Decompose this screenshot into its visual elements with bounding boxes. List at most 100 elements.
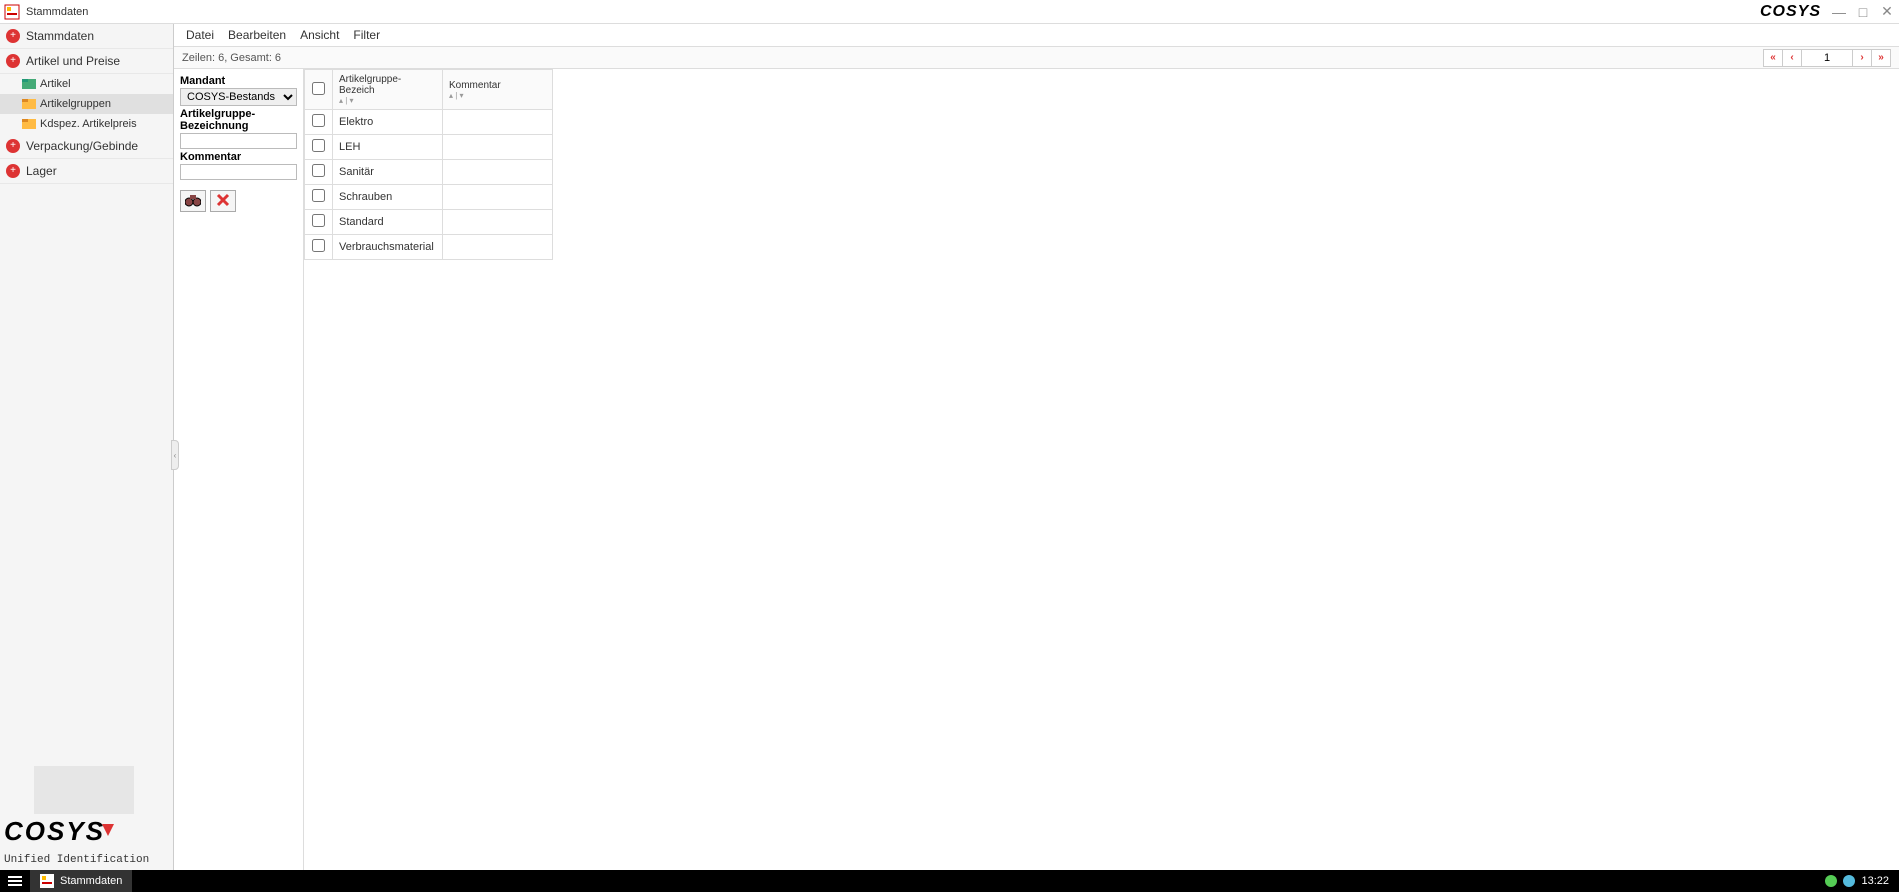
- sidebar-item-artikel-preise[interactable]: + Artikel und Preise: [0, 49, 173, 74]
- footer-logo: COSYS: [4, 816, 173, 854]
- tray-icon-2[interactable]: [1843, 875, 1855, 887]
- minimize-button[interactable]: —: [1831, 4, 1847, 20]
- row-checkbox[interactable]: [312, 164, 325, 177]
- row-checkbox[interactable]: [312, 114, 325, 127]
- sidebar-sub-artikel[interactable]: Artikel: [0, 74, 173, 94]
- folder-icon: [22, 79, 36, 89]
- kommentar-label: Kommentar: [180, 151, 297, 163]
- cell-artikelgruppe: Standard: [333, 210, 443, 235]
- sidebar-footer: COSYS Unified Identification: [0, 760, 173, 870]
- row-checkbox[interactable]: [312, 239, 325, 252]
- x-icon: [216, 193, 230, 210]
- window-controls: — □ ✕: [1831, 3, 1895, 20]
- folder-icon: [22, 119, 36, 129]
- expand-icon: +: [6, 164, 20, 178]
- select-all-checkbox[interactable]: [312, 82, 325, 95]
- table-row[interactable]: Schrauben: [305, 185, 553, 210]
- sidebar-sub-label: Artikel: [40, 78, 71, 90]
- logo-text: COSYS: [1760, 3, 1821, 21]
- title-bar: Stammdaten COSYS — □ ✕: [0, 0, 1899, 24]
- sort-icons[interactable]: ▴ | ▾: [339, 96, 436, 105]
- filter-panel: Mandant COSYS-Bestands Artikelgruppe-Bez…: [174, 69, 304, 870]
- system-tray: 13:22: [1825, 875, 1899, 887]
- folder-icon: [22, 99, 36, 109]
- expand-icon: +: [6, 54, 20, 68]
- cell-kommentar: [443, 110, 553, 135]
- row-count-text: Zeilen: 6, Gesamt: 6: [182, 52, 281, 64]
- sidebar-item-label: Verpackung/Gebinde: [26, 139, 138, 153]
- cell-artikelgruppe: Verbrauchsmaterial: [333, 235, 443, 260]
- sidebar-item-stammdaten[interactable]: + Stammdaten: [0, 24, 173, 49]
- header-checkbox-col: [305, 70, 333, 110]
- sidebar-collapse-handle[interactable]: ‹: [171, 440, 179, 470]
- row-checkbox[interactable]: [312, 189, 325, 202]
- table-row[interactable]: Sanitär: [305, 160, 553, 185]
- search-button[interactable]: [180, 190, 206, 212]
- menu-ansicht[interactable]: Ansicht: [300, 28, 339, 42]
- taskbar: Stammdaten 13:22: [0, 870, 1899, 892]
- app-icon: [4, 4, 20, 20]
- pager-last-button[interactable]: »: [1871, 49, 1891, 67]
- artikelgruppen-table: Artikelgruppe-Bezeich ▴ | ▾ Kommentar ▴ …: [304, 69, 553, 260]
- pager-page-input[interactable]: [1801, 49, 1853, 67]
- close-button[interactable]: ✕: [1879, 3, 1895, 20]
- start-menu-button[interactable]: [0, 870, 30, 892]
- sidebar-sub-kdspez[interactable]: Kdspez. Artikelpreis: [0, 114, 173, 134]
- app-icon: [40, 874, 54, 888]
- tray-icon-1[interactable]: [1825, 875, 1837, 887]
- artikelgruppe-label: Artikelgruppe-Bezeichnung: [180, 108, 297, 132]
- sidebar-sub-artikelgruppen[interactable]: Artikelgruppen: [0, 94, 173, 114]
- kommentar-input[interactable]: [180, 164, 297, 180]
- table-row[interactable]: Standard: [305, 210, 553, 235]
- footer-gray-box: [34, 766, 134, 814]
- task-label: Stammdaten: [60, 875, 122, 887]
- cell-kommentar: [443, 135, 553, 160]
- expand-icon: +: [6, 29, 20, 43]
- expand-icon: +: [6, 139, 20, 153]
- header-kommentar[interactable]: Kommentar ▴ | ▾: [443, 70, 553, 110]
- menu-bearbeiten[interactable]: Bearbeiten: [228, 28, 286, 42]
- menu-filter[interactable]: Filter: [353, 28, 380, 42]
- mandant-label: Mandant: [180, 75, 297, 87]
- cell-kommentar: [443, 160, 553, 185]
- sidebar-item-label: Lager: [26, 164, 57, 178]
- cell-artikelgruppe: Schrauben: [333, 185, 443, 210]
- table-area: Artikelgruppe-Bezeich ▴ | ▾ Kommentar ▴ …: [304, 69, 1899, 870]
- status-bar: Zeilen: 6, Gesamt: 6 « ‹ › »: [174, 47, 1899, 69]
- sidebar-sub-label: Kdspez. Artikelpreis: [40, 118, 137, 130]
- cell-kommentar: [443, 235, 553, 260]
- sort-icons[interactable]: ▴ | ▾: [449, 91, 546, 100]
- cell-artikelgruppe: Elektro: [333, 110, 443, 135]
- sidebar-item-lager[interactable]: + Lager: [0, 159, 173, 184]
- maximize-button[interactable]: □: [1855, 4, 1871, 20]
- row-checkbox[interactable]: [312, 139, 325, 152]
- sidebar-item-label: Artikel und Preise: [26, 54, 120, 68]
- footer-tagline: Unified Identification: [4, 854, 173, 866]
- window-title: Stammdaten: [26, 6, 88, 18]
- table-row[interactable]: Elektro: [305, 110, 553, 135]
- pager-first-button[interactable]: «: [1763, 49, 1783, 67]
- table-row[interactable]: Verbrauchsmaterial: [305, 235, 553, 260]
- cell-artikelgruppe: Sanitär: [333, 160, 443, 185]
- menu-datei[interactable]: Datei: [186, 28, 214, 42]
- header-artikelgruppe[interactable]: Artikelgruppe-Bezeich ▴ | ▾: [333, 70, 443, 110]
- taskbar-app-stammdaten[interactable]: Stammdaten: [30, 870, 132, 892]
- artikelgruppe-input[interactable]: [180, 133, 297, 149]
- sidebar-item-label: Stammdaten: [26, 29, 94, 43]
- cell-kommentar: [443, 185, 553, 210]
- table-row[interactable]: LEH: [305, 135, 553, 160]
- binoculars-icon: [185, 193, 201, 210]
- cell-artikelgruppe: LEH: [333, 135, 443, 160]
- sidebar-item-verpackung[interactable]: + Verpackung/Gebinde: [0, 134, 173, 159]
- sidebar: + Stammdaten + Artikel und Preise Artike…: [0, 24, 174, 870]
- pager-next-button[interactable]: ›: [1852, 49, 1872, 67]
- svg-text:COSYS: COSYS: [4, 816, 105, 846]
- row-checkbox[interactable]: [312, 214, 325, 227]
- header-label: Artikelgruppe-Bezeich: [339, 74, 436, 96]
- pager-prev-button[interactable]: ‹: [1782, 49, 1802, 67]
- clear-button[interactable]: [210, 190, 236, 212]
- pager: « ‹ › »: [1764, 49, 1891, 67]
- main-panel: Datei Bearbeiten Ansicht Filter Zeilen: …: [174, 24, 1899, 870]
- mandant-select[interactable]: COSYS-Bestands: [180, 88, 297, 106]
- cell-kommentar: [443, 210, 553, 235]
